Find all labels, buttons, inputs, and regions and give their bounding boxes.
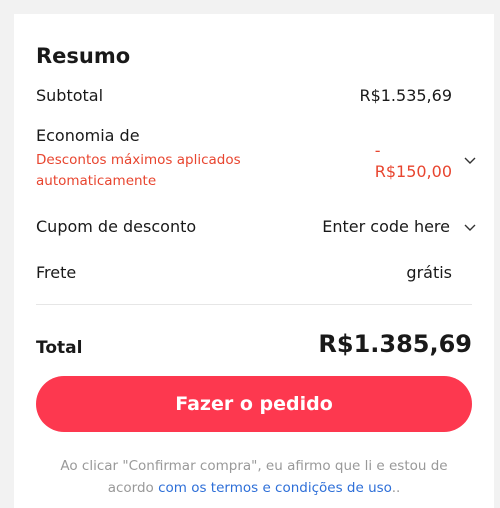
place-order-button[interactable]: Fazer o pedido <box>36 376 472 432</box>
summary-title: Resumo <box>36 44 131 68</box>
coupon-label: Cupom de desconto <box>36 217 197 236</box>
terms-link[interactable]: com os termos e condições de uso <box>158 480 392 496</box>
terms-suffix: .. <box>391 480 401 496</box>
economy-note: Descontos máximos aplicados automaticame… <box>36 152 241 189</box>
shipping-value: grátis <box>406 263 452 282</box>
economy-label: Economia de <box>36 126 140 145</box>
coupon-input[interactable] <box>270 217 450 236</box>
shipping-label: Frete <box>36 263 77 282</box>
chevron-down-icon[interactable] <box>464 155 476 165</box>
terms-text: Ao clicar "Confirmar compra", eu afirmo … <box>36 455 472 499</box>
subtotal-label: Subtotal <box>36 86 104 105</box>
economy-value[interactable]: - R$150,00 <box>375 140 452 182</box>
subtotal-value: R$1.535,69 <box>359 86 452 105</box>
economy-amount: R$150,00 <box>374 162 452 181</box>
divider <box>36 304 472 305</box>
economy-dash: - <box>374 141 381 160</box>
total-value: R$1.385,69 <box>318 330 472 358</box>
total-label: Total <box>36 338 83 358</box>
chevron-down-icon[interactable] <box>464 222 476 232</box>
order-summary-card: Resumo Subtotal R$1.535,69 Economia de D… <box>14 14 494 508</box>
